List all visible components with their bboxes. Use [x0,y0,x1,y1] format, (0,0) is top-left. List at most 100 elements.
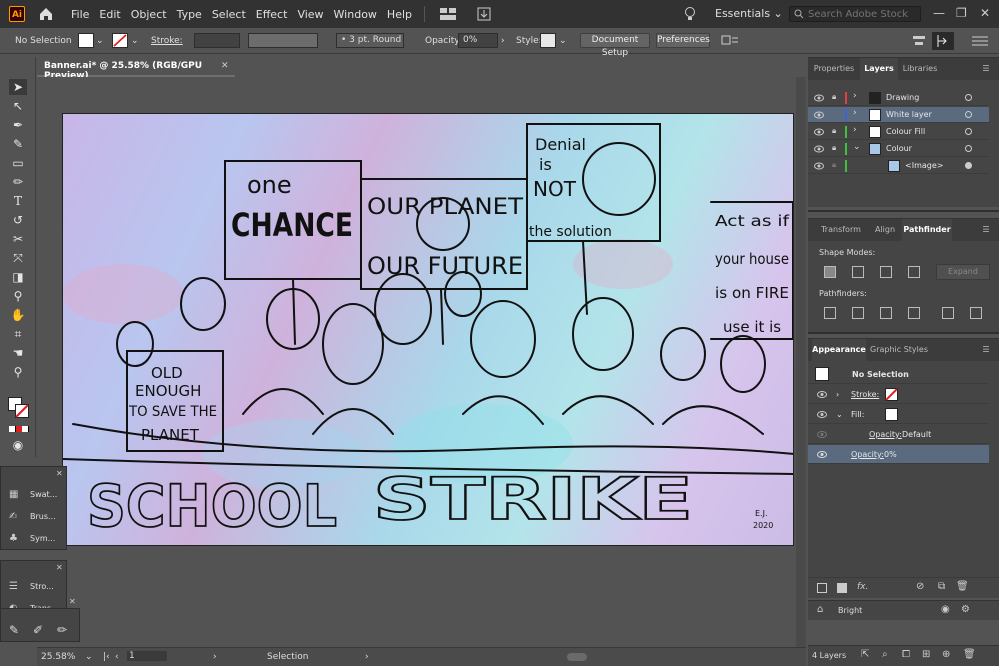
vertical-scrollbar[interactable] [796,77,806,647]
artboard-tool-icon[interactable]: ⌗ [9,326,27,342]
expand-button[interactable]: Expand [936,264,990,280]
panel-menu-icon[interactable]: ☰ [978,339,994,361]
target-circle-icon[interactable] [965,111,972,118]
layer-name[interactable]: Colour [886,144,912,153]
visibility-eye-icon[interactable] [817,430,827,439]
brushes-panel-button[interactable]: ✍ Brus... [1,507,67,527]
collapse-chevron-icon[interactable]: ⌄ [836,410,843,419]
color-mode-buttons[interactable] [9,426,29,432]
menu-effect[interactable]: Effect [256,8,288,21]
lock-icon[interactable]: 🔒︎ [832,126,836,136]
add-stroke-icon[interactable] [817,583,827,593]
stroke-appearance-row[interactable]: › Stroke: [808,385,989,404]
maximize-icon[interactable]: ❐ [956,6,967,20]
search-adobe-stock-input[interactable] [789,6,921,22]
swatches-panel-button[interactable]: ▦ Swat... [1,485,67,505]
fill-swatch[interactable] [78,33,94,48]
tab-libraries[interactable]: Libraries [898,58,942,80]
unite-icon[interactable] [824,266,836,278]
panel-menu-icon[interactable] [970,34,990,48]
layer-row-colour[interactable]: 🔒︎ ⌄ Colour [808,141,989,157]
menu-object[interactable]: Object [131,8,167,21]
style-swatch[interactable] [540,33,556,48]
pencil-icon[interactable]: ✏ [57,623,67,637]
document-tab[interactable]: Banner.ai* @ 25.58% (RGB/GPU Preview) ✕ [37,57,235,81]
prev-artboard-icon[interactable]: ‹ [115,652,119,662]
puppet-warp-tool-icon[interactable]: ✋ [9,307,27,323]
target-circle-icon[interactable] [965,128,972,135]
divide-icon[interactable] [824,307,836,319]
layer-name[interactable]: Colour Fill [886,127,925,136]
tab-transform[interactable]: Transform [814,219,868,241]
close-panel-icon[interactable]: ✕ [56,563,63,572]
layer-name[interactable]: <Image> [905,161,943,170]
quick-actions-icon[interactable] [720,34,740,48]
opacity-label[interactable]: Opacity: [851,450,884,459]
menu-view[interactable]: View [297,8,323,21]
menu-file[interactable]: File [71,8,89,21]
tab-properties[interactable]: Properties [808,58,860,80]
add-fill-icon[interactable] [837,583,847,593]
visibility-eye-icon[interactable] [817,450,827,459]
minimize-icon[interactable]: — [933,6,945,20]
horizontal-scroll-thumb[interactable] [567,653,587,661]
menu-window[interactable]: Window [334,8,377,21]
document-setup-button[interactable]: Document Setup [580,33,650,58]
target-circle-icon[interactable] [965,162,972,169]
status-arrow-icon[interactable]: › [365,652,369,662]
chevron-down-icon[interactable]: ⌄ [131,36,139,46]
chevron-down-icon[interactable]: ⌄ [559,36,567,46]
crop-icon[interactable] [908,307,920,319]
brush-dropdown[interactable]: • 3 pt. Round [336,33,404,48]
visibility-eye-icon[interactable] [814,161,824,171]
panel-menu-icon[interactable]: ☰ [978,58,994,80]
opacity-appearance-row[interactable]: Opacity: 0% [808,445,989,464]
width-tool-icon[interactable]: ⤧ [9,250,27,266]
exclude-icon[interactable] [908,266,920,278]
clipping-mask-icon[interactable]: ⧠ [902,649,910,660]
expand-chevron-icon[interactable]: › [853,108,857,118]
blob-brush-icon[interactable]: ✐ [33,623,43,637]
visibility-eye-icon[interactable] [814,110,824,120]
delete-layer-icon[interactable]: 🗑︎ [963,649,976,660]
zoom-dropdown-icon[interactable]: ⌄ [85,652,93,662]
artboard[interactable]: one CHANCE OUR PLANET OUR FUTURE Denial … [62,113,794,546]
lock-icon[interactable]: 🔒︎ [832,160,836,170]
opacity-input[interactable]: 0% [458,33,498,48]
hand-tool-icon[interactable]: ☚ [9,345,27,361]
rotate-tool-icon[interactable]: ↺ [9,212,27,228]
close-tab-icon[interactable]: ✕ [221,61,229,71]
outline-icon[interactable] [942,307,954,319]
chevron-down-icon[interactable]: ⌄ [96,36,104,46]
curvature-tool-icon[interactable]: ✎ [9,136,27,152]
menu-help[interactable]: Help [387,8,412,21]
eyedropper-tool-icon[interactable]: ⚲ [9,288,27,304]
trim-icon[interactable] [852,307,864,319]
visibility-eye-icon[interactable] [817,410,827,419]
add-effect-icon[interactable]: fx. [857,582,868,592]
layer-row-colour-fill[interactable]: 🔒︎ › Colour Fill [808,124,989,140]
layer-name[interactable]: Drawing [886,93,919,102]
stroke-label[interactable]: Stroke: [851,390,879,399]
close-icon[interactable]: ✕ [980,6,990,20]
new-sublayer-icon[interactable]: ⊞ [922,649,930,660]
bridge-icon[interactable]: ⌂ [817,604,823,615]
clear-appearance-icon[interactable]: ⊘ [916,581,924,592]
tab-graphic-styles[interactable]: Graphic Styles [868,339,930,361]
menu-edit[interactable]: Edit [99,8,120,21]
selection-tool-icon[interactable]: ➤ [9,79,27,95]
expand-chevron-icon[interactable]: › [853,125,857,135]
intersect-icon[interactable] [880,266,892,278]
target-circle-icon[interactable] [965,145,972,152]
visibility-eye-icon[interactable] [814,127,824,137]
delete-item-icon[interactable]: 🗑︎ [956,581,969,592]
layer-row-drawing[interactable]: 🔒︎ › Drawing [808,90,989,106]
variable-width-dropdown[interactable] [248,33,318,48]
visibility-eye-icon[interactable] [817,390,827,399]
tab-appearance[interactable]: Appearance [812,339,866,361]
first-artboard-icon[interactable]: |‹ [103,652,110,662]
home-icon[interactable] [37,5,55,23]
type-tool-icon[interactable]: T [9,193,27,209]
align-icon[interactable] [912,34,926,48]
fill-opacity-row[interactable]: Opacity: Default [808,425,989,444]
